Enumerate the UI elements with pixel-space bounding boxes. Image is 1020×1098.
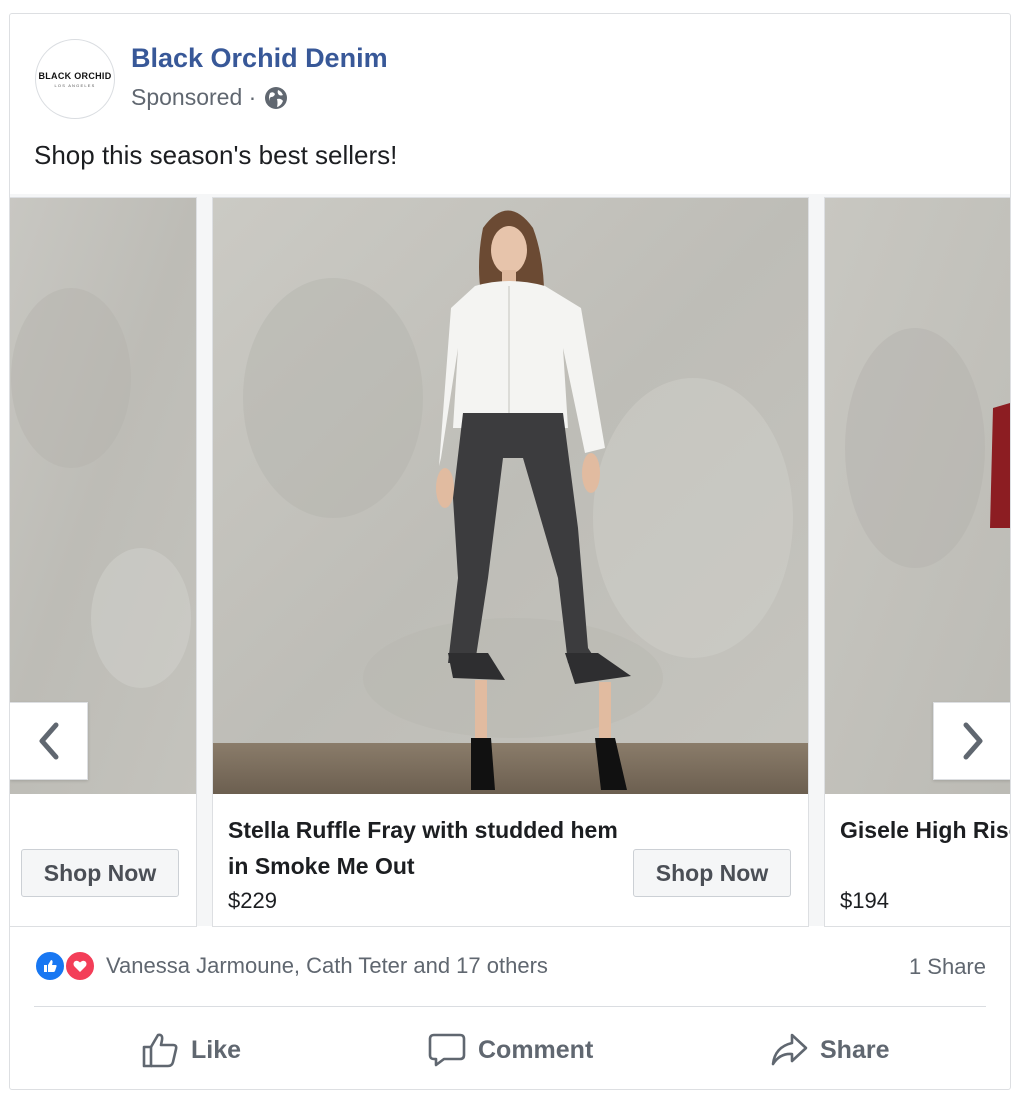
share-arrow-icon	[771, 1033, 808, 1066]
sponsored-row: Sponsored ·	[131, 84, 288, 111]
like-label: Like	[191, 1035, 242, 1064]
sponsored-label[interactable]: Sponsored ·	[131, 84, 256, 111]
shop-now-button[interactable]: Shop Now	[21, 849, 179, 897]
chevron-left-icon	[39, 722, 58, 760]
avatar-brand-location: LOS ANGELES	[54, 82, 96, 88]
page-name-link[interactable]: Black Orchid Denim	[131, 43, 388, 74]
product-price: $229	[228, 888, 277, 913]
product-title[interactable]: Gisele High Rise piping in Gilded	[840, 812, 1010, 848]
divider	[34, 1006, 986, 1007]
reaction-summary[interactable]: Vanessa Jarmoune, Cath Teter and 17 othe…	[34, 950, 548, 982]
like-button[interactable]: Like	[141, 1026, 241, 1074]
page-avatar[interactable]: BLACK ORCHID LOS ANGELES	[35, 39, 115, 119]
comment-button[interactable]: Comment	[428, 1026, 593, 1074]
love-reaction-icon	[64, 950, 96, 982]
chevron-right-icon	[963, 722, 982, 760]
sponsored-post: BLACK ORCHID LOS ANGELES Black Orchid De…	[9, 13, 1011, 1090]
share-button[interactable]: Share	[770, 1026, 889, 1074]
share-count[interactable]: 1 Share	[909, 954, 986, 980]
post-caption: Shop this season's best sellers!	[34, 140, 398, 170]
product-carousel: Shop Now Stella Ruffle Fray with studded…	[10, 194, 1010, 927]
reactors-text[interactable]: Vanessa Jarmoune, Cath Teter and 17 othe…	[106, 953, 548, 979]
product-title[interactable]: Stella Ruffle Fray with studded hem in S…	[228, 812, 638, 884]
reaction-icons[interactable]	[34, 950, 98, 982]
comment-label: Comment	[478, 1035, 594, 1064]
carousel-card-stella[interactable]: Stella Ruffle Fray with studded hem in S…	[212, 197, 809, 927]
carousel-next-button[interactable]	[933, 702, 1010, 780]
carousel-prev-button[interactable]	[10, 702, 88, 780]
carousel-card-previous[interactable]: Shop Now	[10, 197, 197, 927]
share-label: Share	[820, 1035, 890, 1064]
product-photo	[213, 198, 808, 794]
avatar-brand-logo: BLACK ORCHID	[38, 70, 112, 81]
product-price: $194	[840, 888, 889, 913]
comment-bubble-icon	[428, 1033, 466, 1067]
thumbs-up-icon	[142, 1033, 178, 1068]
carousel-card-gisele[interactable]: Gisele High Rise piping in Gilded $194	[824, 197, 1010, 927]
globe-icon[interactable]	[264, 86, 288, 110]
shop-now-button[interactable]: Shop Now	[633, 849, 791, 897]
like-reaction-icon	[34, 950, 66, 982]
